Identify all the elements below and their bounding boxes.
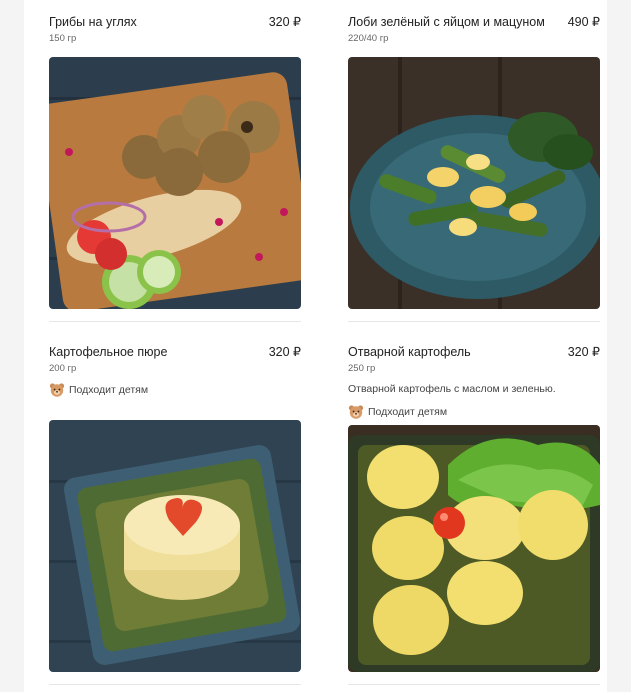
menu-item-grilled-mushrooms[interactable]: Грибы на углях 320 ₽ 150 гр <box>49 14 301 44</box>
item-price: 490 ₽ <box>567 15 600 29</box>
divider <box>348 321 600 322</box>
bear-icon <box>348 405 364 419</box>
kids-badge-label: Подходит детям <box>368 406 448 418</box>
item-photo-grilled-mushrooms[interactable] <box>49 57 301 309</box>
menu-item-boiled-potatoes[interactable]: Отварной картофель 320 ₽ 250 гр Отварной… <box>348 344 600 420</box>
item-name: Отварной картофель <box>348 345 471 359</box>
divider <box>348 684 600 685</box>
item-price: 320 ₽ <box>268 345 301 359</box>
item-weight: 250 гр <box>348 363 376 374</box>
item-name: Грибы на углях <box>49 15 137 29</box>
menu-page: Грибы на углях 320 ₽ 150 гр Лоби зелёный… <box>24 0 607 692</box>
kids-badge: Подходит детям <box>348 404 600 420</box>
item-name: Лоби зелёный с яйцом и мацуном <box>348 15 545 29</box>
item-weight: 220/40 гр <box>348 33 389 44</box>
item-photo-mashed-potatoes[interactable] <box>49 420 301 672</box>
item-price: 320 ₽ <box>567 345 600 359</box>
bear-icon <box>49 383 65 397</box>
item-price: 320 ₽ <box>268 15 301 29</box>
item-photo-lobio-green[interactable] <box>348 57 600 309</box>
item-photo-boiled-potatoes[interactable] <box>348 425 600 672</box>
menu-item-lobio-green[interactable]: Лоби зелёный с яйцом и мацуном 490 ₽ 220… <box>348 14 600 44</box>
menu-item-mashed-potatoes[interactable]: Картофельное пюре 320 ₽ 200 гр Подходит … <box>49 344 301 398</box>
item-weight: 200 гр <box>49 363 77 374</box>
item-weight: 150 гр <box>49 33 77 44</box>
divider <box>49 684 301 685</box>
kids-badge: Подходит детям <box>49 382 301 398</box>
item-name: Картофельное пюре <box>49 345 168 359</box>
kids-badge-label: Подходит детям <box>69 384 149 396</box>
divider <box>49 321 301 322</box>
item-description: Отварной картофель с маслом и зеленью. <box>348 383 556 395</box>
